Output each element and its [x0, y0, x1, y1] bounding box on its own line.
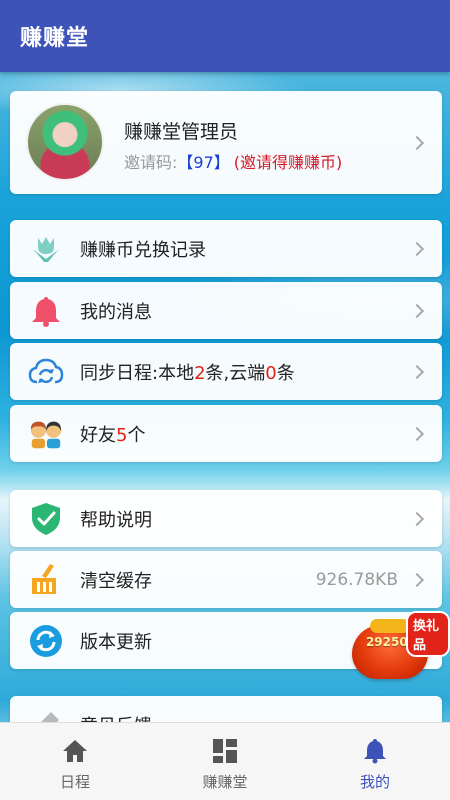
bell-icon: [28, 293, 64, 329]
chevron-right-icon: [409, 241, 425, 256]
invite-label: 邀请码:: [124, 153, 178, 172]
menu-item-messages[interactable]: 我的消息: [10, 282, 442, 339]
tab-mine[interactable]: 我的: [300, 723, 450, 800]
tab-zhuanzhuantang[interactable]: 赚赚堂: [150, 723, 300, 800]
gift-tag: 换礼品: [406, 611, 450, 657]
bell-icon: [361, 737, 389, 765]
invite-note: (邀请得赚赚币): [233, 153, 343, 172]
chevron-right-icon: [409, 511, 425, 526]
menu-item-exchange-records[interactable]: 赚赚币兑换记录: [10, 220, 442, 277]
chevron-right-icon: [409, 426, 425, 441]
tab-label: 日程: [59, 773, 90, 791]
local-count: 2: [194, 362, 206, 384]
chevron-right-icon: [409, 135, 425, 150]
friends-count: 5: [116, 424, 128, 446]
invite-line: 邀请码:【97】 (邀请得赚赚币): [124, 149, 342, 173]
menu-label: 清空缓存: [80, 570, 152, 592]
home-icon: [61, 737, 89, 765]
shield-check-icon: [28, 501, 64, 537]
chevron-right-icon: [409, 303, 425, 318]
profile-card[interactable]: 赚赚堂管理员 邀请码:【97】 (邀请得赚赚币): [10, 91, 442, 194]
sync-label: 同步日程:本地2条,云端0条: [80, 362, 295, 384]
menu-label: 赚赚币兑换记录: [80, 239, 206, 261]
gift-exchange-badge[interactable]: 292500 换礼品: [350, 611, 450, 679]
refresh-icon: [28, 623, 64, 659]
menu-item-clear-cache[interactable]: 清空缓存 926.78KB: [10, 551, 442, 608]
avatar[interactable]: [26, 103, 104, 181]
tab-schedule[interactable]: 日程: [0, 723, 150, 800]
bottom-tab-bar: 日程 赚赚堂 我的: [0, 722, 450, 800]
friends-icon: [28, 416, 64, 452]
menu-label: 我的消息: [80, 301, 152, 323]
cloud-sync-icon: [28, 354, 64, 390]
menu-label: 版本更新: [80, 631, 152, 653]
invite-code: 【97】: [177, 153, 230, 172]
tab-label: 赚赚堂: [202, 773, 248, 791]
menu-label: 帮助说明: [80, 509, 152, 531]
chevron-right-icon: [409, 572, 425, 587]
tulip-icon: [28, 231, 64, 267]
menu-item-friends[interactable]: 好友5个: [10, 405, 442, 462]
profile-name: 赚赚堂管理员: [124, 121, 239, 143]
cloud-count: 0: [265, 362, 277, 384]
app-title: 赚赚堂: [20, 26, 90, 51]
app-bar: 赚赚堂: [0, 0, 450, 72]
chevron-right-icon: [409, 364, 425, 379]
cache-size: 926.78KB: [315, 569, 398, 590]
broom-icon: [28, 562, 64, 598]
friends-label: 好友5个: [80, 424, 146, 446]
menu-item-sync-schedule[interactable]: 同步日程:本地2条,云端0条: [10, 343, 442, 400]
grid-icon: [211, 737, 239, 765]
tab-label: 我的: [359, 773, 390, 791]
menu-item-help[interactable]: 帮助说明: [10, 490, 442, 547]
